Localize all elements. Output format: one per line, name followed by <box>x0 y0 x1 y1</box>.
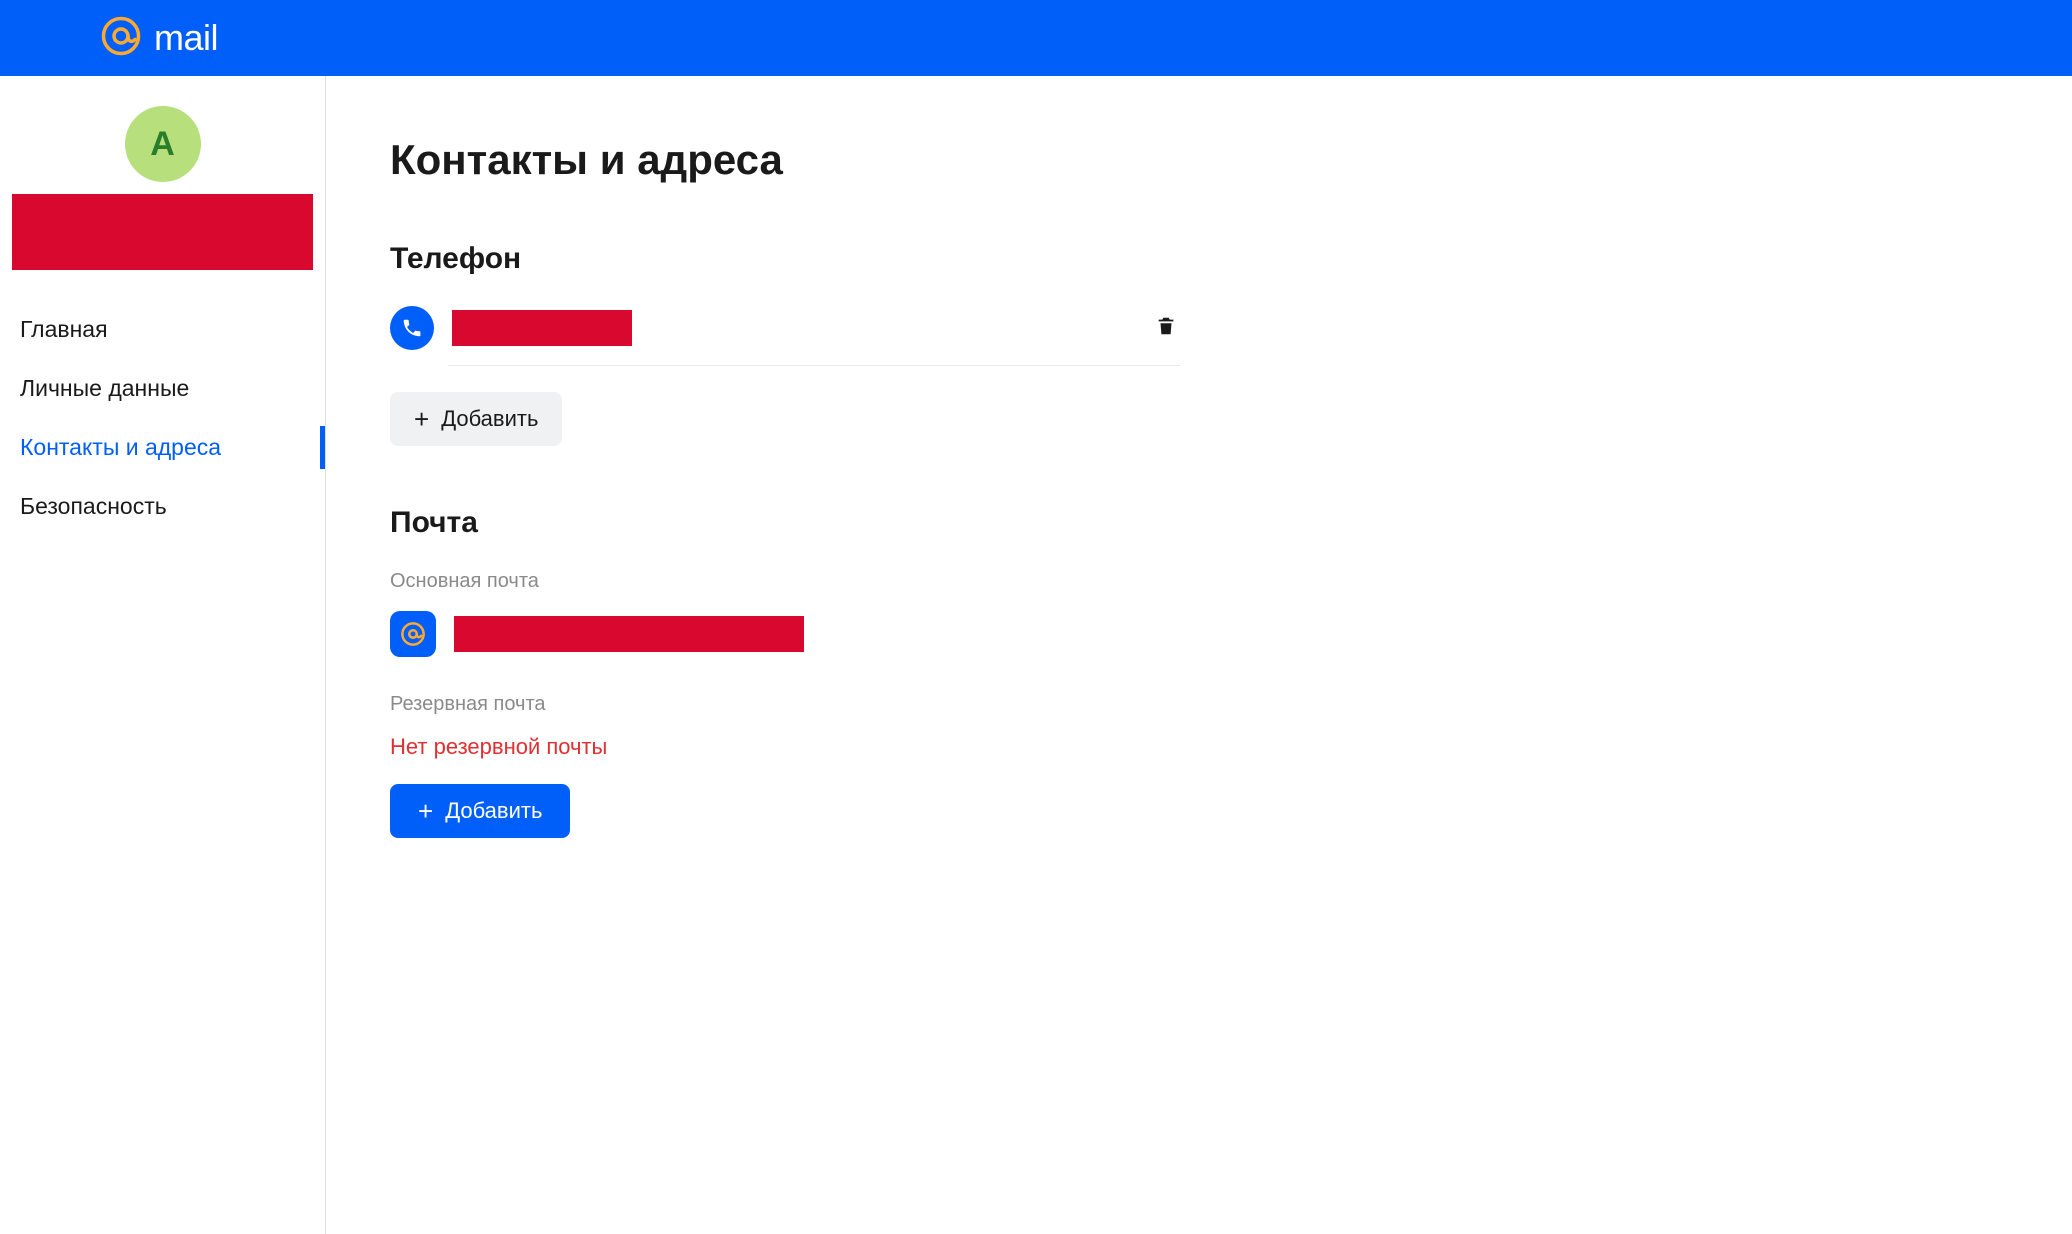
add-backup-email-button[interactable]: + Добавить <box>390 784 570 838</box>
sidebar-item-label: Личные данные <box>20 375 189 401</box>
sidebar-item-label: Главная <box>20 316 108 342</box>
sidebar-item-personal-data[interactable]: Личные данные <box>0 359 325 418</box>
avatar-letter: А <box>150 125 175 164</box>
at-icon <box>100 15 142 62</box>
sidebar-item-contacts[interactable]: Контакты и адреса <box>0 418 325 477</box>
avatar[interactable]: А <box>125 106 201 182</box>
sidebar-item-security[interactable]: Безопасность <box>0 477 325 536</box>
sidebar-item-label: Контакты и адреса <box>20 434 221 460</box>
phone-icon <box>390 306 434 350</box>
button-label: Добавить <box>441 406 538 432</box>
delete-phone-button[interactable] <box>1152 314 1180 342</box>
mail-at-icon <box>390 611 436 657</box>
sidebar-item-label: Безопасность <box>20 493 167 519</box>
sidebar: А Главная Личные данные Контакты и адрес… <box>0 76 326 1234</box>
app-header: mail <box>0 0 2072 76</box>
plus-icon: + <box>418 798 433 824</box>
trash-icon <box>1155 314 1177 343</box>
primary-email-label: Основная почта <box>390 570 2008 593</box>
section-heading-email: Почта <box>390 506 2008 540</box>
primary-email-row <box>390 611 2008 657</box>
redacted-phone-number <box>452 310 632 346</box>
page-title: Контакты и адреса <box>390 136 2008 184</box>
redacted-username <box>12 194 313 270</box>
phone-entry-row <box>390 306 1180 366</box>
main-content: Контакты и адреса Телефон <box>326 76 2072 1234</box>
no-backup-email-text: Нет резервной почты <box>390 734 2008 760</box>
backup-email-label: Резервная почта <box>390 693 2008 716</box>
add-phone-button[interactable]: + Добавить <box>390 392 562 446</box>
plus-icon: + <box>414 406 429 432</box>
sidebar-item-home[interactable]: Главная <box>0 300 325 359</box>
brand-logo[interactable]: mail <box>100 15 218 62</box>
redacted-primary-email <box>454 616 804 652</box>
brand-text: mail <box>154 17 218 59</box>
section-heading-phone: Телефон <box>390 242 2008 276</box>
button-label: Добавить <box>445 798 542 824</box>
